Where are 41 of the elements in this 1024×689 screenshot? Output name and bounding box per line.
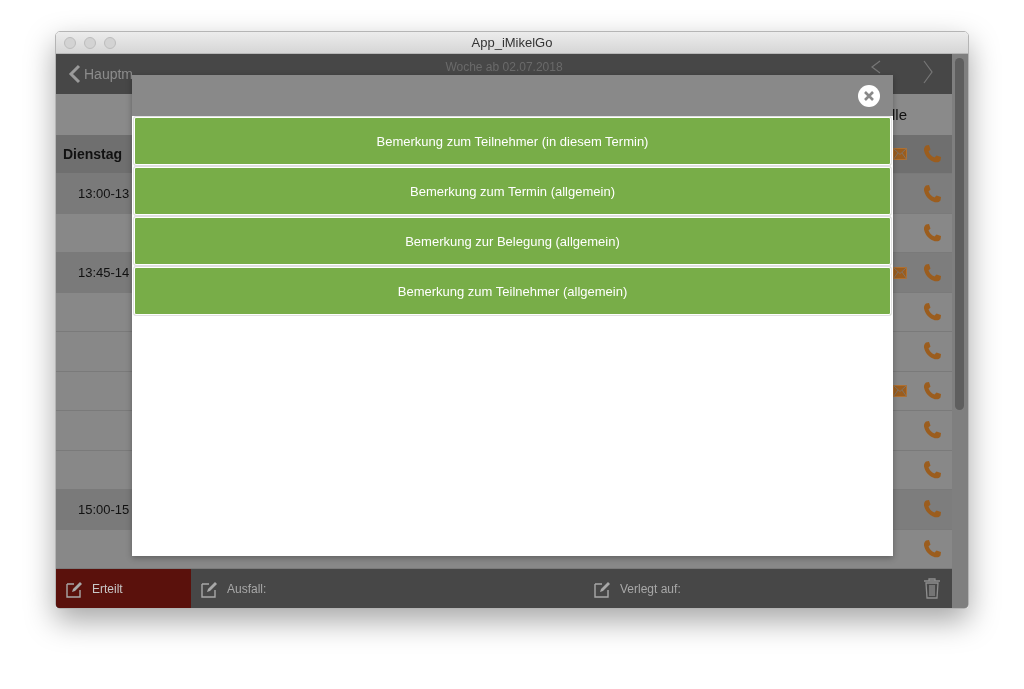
envelope-icon[interactable] [893, 384, 907, 397]
row-label: Dienstag [63, 146, 123, 163]
option-button[interactable]: Bemerkung zur Belegung (allgemein) [134, 217, 891, 265]
phone-icon[interactable] [922, 144, 942, 165]
envelope-icon[interactable] [893, 266, 907, 279]
phone-icon[interactable] [922, 262, 942, 283]
window-title: App_iMikelGo [471, 35, 553, 50]
status-button[interactable]: Verlegt auf: [584, 569, 912, 608]
edit-icon [594, 579, 612, 598]
phone-icon[interactable] [922, 380, 942, 401]
back-link[interactable]: Hauptm [56, 54, 256, 84]
chevron-right-icon[interactable] [922, 60, 934, 84]
option-button[interactable]: Bemerkung zum Termin (allgemein) [134, 167, 891, 215]
chevron-left-icon[interactable] [870, 60, 882, 74]
trash-icon[interactable] [923, 578, 941, 599]
phone-icon[interactable] [922, 499, 942, 520]
row-label: 13:45-14 [78, 265, 130, 281]
window-control[interactable] [64, 36, 76, 49]
option-button[interactable]: Bemerkung zum Teilnehmer (in diesem Termin) [134, 117, 891, 165]
option-button[interactable]: Bemerkung zum Teilnehmer (allgemein) [134, 267, 891, 315]
phone-icon[interactable] [922, 223, 942, 244]
phone-icon[interactable] [922, 341, 942, 362]
phone-icon[interactable] [922, 459, 942, 480]
edit-icon [66, 579, 84, 598]
status-button[interactable]: Ausfall: [191, 569, 584, 608]
phone-icon[interactable] [922, 420, 942, 441]
window-control[interactable] [84, 36, 96, 49]
chevron-left-icon [68, 64, 82, 84]
scrollbar[interactable] [952, 54, 968, 608]
column-header: lle [892, 106, 907, 123]
edit-icon [201, 579, 219, 598]
phone-icon[interactable] [922, 302, 942, 323]
envelope-icon[interactable] [893, 148, 907, 161]
close-icon [863, 89, 875, 102]
phone-icon[interactable] [922, 183, 942, 204]
row-label: 15:00-15 [78, 501, 130, 517]
window-control[interactable] [104, 36, 116, 49]
row-label: 13:00-13 [78, 186, 130, 202]
close-button[interactable] [858, 84, 880, 107]
status-button[interactable]: Erteilt [56, 569, 191, 608]
phone-icon[interactable] [922, 538, 942, 559]
